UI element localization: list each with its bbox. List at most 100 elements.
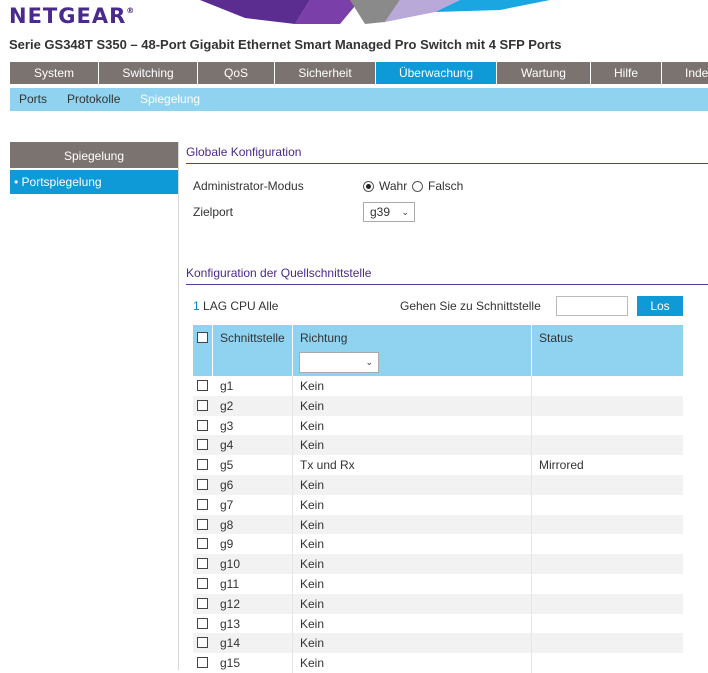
row-interface: g13 (220, 616, 241, 631)
table-row: g6 Kein (193, 474, 683, 495)
row-direction: Kein (300, 418, 325, 433)
row-direction: Kein (300, 656, 325, 671)
target-port-label: Zielport (193, 205, 234, 219)
row-interface: g12 (220, 596, 241, 611)
goto-button[interactable]: Los (637, 296, 683, 316)
source-interface-table: Schnittstelle Richtung Status ⌄ g1 Kein g2… (193, 325, 683, 673)
select-all-checkbox[interactable] (197, 332, 208, 343)
row-checkbox[interactable] (197, 577, 208, 589)
row-checkbox[interactable] (197, 538, 208, 550)
row-direction: Kein (300, 616, 325, 631)
row-checkbox[interactable] (197, 617, 208, 629)
tab-wartung[interactable]: Wartung (497, 62, 591, 84)
row-status: Mirrored (539, 458, 584, 473)
row-interface: g8 (220, 517, 234, 532)
tab-ueberwachung[interactable]: Überwachung (376, 62, 497, 84)
table-body: g1 Kein g2 Kein g3 Kein g4 Kein g5 Tx und Rx Mirro… (193, 376, 683, 673)
row-checkbox[interactable] (197, 558, 208, 570)
subnav-protokolle[interactable]: Protokolle (67, 88, 120, 111)
row-direction: Kein (300, 557, 325, 572)
admin-mode-true-radio[interactable] (363, 181, 374, 192)
row-interface: g5 (220, 458, 234, 473)
table-row: g3 Kein (193, 415, 683, 436)
row-direction: Tx und Rx (300, 458, 355, 473)
row-interface: g2 (220, 398, 234, 413)
table-row: g4 Kein (193, 435, 683, 456)
column-header-direction[interactable]: Richtung (300, 325, 347, 351)
column-header-interface[interactable]: Schnittstelle (220, 325, 285, 351)
admin-mode-true-label: Wahr (379, 179, 408, 193)
row-interface: g9 (220, 537, 234, 552)
table-row: g5 Tx und Rx Mirrored (193, 455, 683, 475)
subnav-ports[interactable]: Ports (19, 88, 47, 111)
admin-mode-label: Administrator-Modus (193, 179, 304, 193)
row-interface: g6 (220, 477, 234, 492)
tab-qos[interactable]: QoS (198, 62, 275, 84)
filter-link-1[interactable]: 1 (193, 299, 200, 313)
row-interface: g1 (220, 379, 234, 393)
row-direction: Kein (300, 537, 325, 552)
product-title: Serie GS348T S350 – 48-Port Gigabit Ethe… (9, 37, 562, 52)
header: NETGEAR® Serie GS348T S350 – 48-Port Gig… (0, 0, 708, 60)
left-menu-title: Spiegelung (10, 142, 178, 168)
column-header-status[interactable]: Status (539, 325, 573, 351)
filter-link-alle[interactable]: Alle (258, 299, 278, 313)
chevron-down-icon: ⌄ (401, 207, 409, 217)
registered-mark: ® (126, 6, 136, 15)
row-direction: Kein (300, 596, 325, 611)
row-checkbox[interactable] (197, 597, 208, 609)
row-interface: g15 (220, 656, 241, 671)
row-direction: Kein (300, 398, 325, 413)
row-interface: g4 (220, 438, 234, 453)
tab-index[interactable]: Inde (662, 62, 708, 84)
subnav-spiegelung[interactable]: Spiegelung (140, 88, 200, 111)
tab-system[interactable]: System (10, 62, 99, 84)
global-config-title: Globale Konfiguration (186, 145, 302, 159)
row-checkbox[interactable] (197, 459, 208, 471)
row-checkbox[interactable] (197, 380, 208, 391)
brand-name: NETGEAR (9, 4, 127, 28)
row-checkbox[interactable] (197, 439, 208, 451)
filter-link-lag[interactable]: LAG (203, 299, 227, 313)
direction-filter-select[interactable]: ⌄ (299, 352, 379, 373)
tab-hilfe[interactable]: Hilfe (591, 62, 662, 84)
row-interface: g7 (220, 497, 234, 512)
row-checkbox[interactable] (197, 498, 208, 510)
netgear-logo[interactable]: NETGEAR® (9, 4, 135, 28)
row-interface: g3 (220, 418, 234, 433)
row-direction: Kein (300, 438, 325, 453)
table-row: g11 Kein (193, 573, 683, 594)
table-row: g8 Kein (193, 514, 683, 535)
row-interface: g11 (220, 576, 240, 591)
tab-sicherheit[interactable]: Sicherheit (275, 62, 376, 84)
admin-mode-false-label: Falsch (428, 179, 464, 193)
goto-interface-label: Gehen Sie zu Schnittstelle (400, 299, 541, 313)
global-config-divider (186, 163, 708, 164)
interface-filter-links: 1 LAG CPU Alle (193, 299, 278, 313)
row-checkbox[interactable] (197, 478, 208, 490)
goto-interface-input[interactable] (556, 296, 628, 316)
row-direction: Kein (300, 379, 325, 393)
row-checkbox[interactable] (197, 399, 208, 411)
table-row: g13 Kein (193, 613, 683, 634)
row-direction: Kein (300, 497, 325, 512)
row-direction: Kein (300, 477, 325, 492)
table-header: Schnittstelle Richtung Status (193, 325, 683, 350)
admin-mode-false-radio[interactable] (412, 181, 423, 192)
row-interface: g14 (220, 636, 241, 651)
tab-switching[interactable]: Switching (99, 62, 198, 84)
row-checkbox[interactable] (197, 657, 208, 669)
table-row: g9 Kein (193, 534, 683, 555)
source-config-divider (186, 284, 708, 285)
table-row: g12 Kein (193, 593, 683, 614)
target-port-select[interactable]: g39 ⌄ (363, 202, 415, 222)
table-row: g7 Kein (193, 494, 683, 515)
sub-nav: Ports Protokolle Spiegelung (10, 88, 708, 111)
filter-link-cpu[interactable]: CPU (230, 299, 255, 313)
table-row: g2 Kein (193, 395, 683, 416)
left-menu-item-portspiegelung[interactable]: • Portspiegelung (10, 170, 178, 194)
row-checkbox[interactable] (197, 419, 208, 431)
row-checkbox[interactable] (197, 518, 208, 530)
row-checkbox[interactable] (197, 637, 208, 649)
table-filter-row: ⌄ (193, 350, 683, 376)
